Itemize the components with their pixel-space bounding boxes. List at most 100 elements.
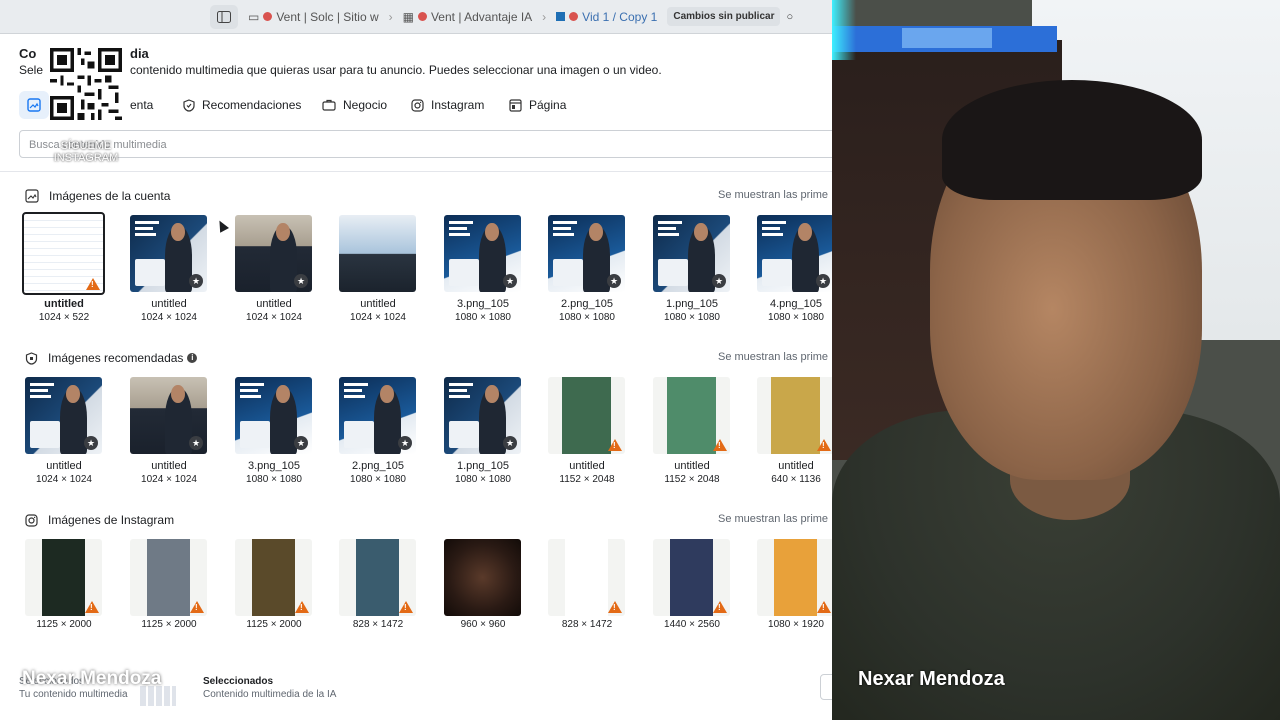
media-name: 3.png_105	[248, 460, 300, 472]
section-account-header: Imágenes de la cuenta	[25, 189, 170, 203]
search-input[interactable]: Busca contenido multimedia	[19, 130, 832, 158]
media-dimensions: 828 × 1472	[352, 619, 404, 630]
source-tabs	[19, 91, 49, 119]
tab-account[interactable]	[19, 91, 49, 119]
media-thumbnail[interactable]	[444, 539, 521, 616]
star-icon: ★	[607, 274, 621, 288]
star-icon: ★	[294, 274, 308, 288]
thumbnail-headline	[657, 221, 689, 237]
webcam-name-label: Nexar Mendoza	[858, 668, 1005, 690]
presenter-name-overlay: Nexar Mendoza	[22, 668, 162, 689]
media-thumbnail[interactable]: ★	[444, 215, 521, 292]
warning-icon	[817, 439, 831, 451]
media-thumbnail[interactable]	[25, 539, 102, 616]
media-name: untitled	[674, 460, 710, 472]
media-thumbnail[interactable]	[653, 377, 730, 454]
browser-tab-label: Vent | Solc | Sitio w	[276, 9, 379, 24]
media-thumbnail[interactable]	[757, 539, 832, 616]
star-icon: ★	[503, 436, 517, 450]
sidebar-toggle-button[interactable]	[210, 4, 238, 29]
media-thumbnail[interactable]: ★	[25, 377, 102, 454]
thumbnail-face	[275, 222, 290, 242]
qr-code-icon	[50, 48, 122, 120]
warning-icon	[295, 601, 309, 613]
instagram-icon	[411, 98, 424, 112]
media-thumbnail[interactable]: ★	[130, 377, 207, 454]
star-icon: ★	[189, 436, 203, 450]
folder-icon: ▭	[248, 9, 260, 24]
thumbnail-card	[448, 258, 480, 286]
thumbnail-headline	[239, 383, 271, 399]
section-title: Imágenes recomendadas	[48, 351, 184, 365]
media-thumbnail[interactable]	[22, 212, 105, 295]
media-thumbnail[interactable]: ★	[653, 215, 730, 292]
media-name: untitled	[778, 460, 814, 472]
browser-tab-3[interactable]: Vid 1 / Copy 1	[552, 10, 661, 24]
sidebar-icon	[217, 10, 231, 23]
circle-icon: ○	[786, 10, 794, 23]
media-dimensions: 1024 × 1024	[246, 312, 302, 323]
media-thumbnail[interactable]	[653, 539, 730, 616]
media-thumbnail[interactable]: ★	[548, 215, 625, 292]
warning-icon	[713, 601, 727, 613]
section-account-note: Se muestran las prime	[718, 189, 829, 201]
media-thumbnail[interactable]	[548, 539, 625, 616]
divider	[0, 171, 832, 172]
browser-tab-2[interactable]: ▦ Vent | Advantaje IA	[399, 10, 537, 24]
status-badge: Cambios sin publicar	[667, 7, 781, 26]
tab-recommendations[interactable]: Recomendaciones	[183, 98, 301, 112]
media-dimensions: 828 × 1472	[561, 619, 613, 630]
media-thumbnail[interactable]: ★	[757, 215, 832, 292]
media-dimensions: 1080 × 1080	[246, 474, 302, 485]
media-thumbnail[interactable]: ★	[130, 215, 207, 292]
thumbnail-headline	[448, 221, 480, 237]
page-icon	[509, 98, 522, 112]
media-dimensions: 1152 × 2048	[664, 474, 720, 485]
media-thumbnail[interactable]: ★	[235, 377, 312, 454]
webcam-feed: Nexar Mendoza	[832, 0, 1280, 720]
thumbnail-card	[343, 420, 375, 448]
media-dimensions: 1125 × 2000	[246, 619, 302, 630]
media-thumbnail[interactable]: ★	[444, 377, 521, 454]
thumbnail-headline	[448, 383, 480, 399]
thumbnail-face	[379, 384, 394, 404]
media-thumbnail[interactable]: ★	[339, 377, 416, 454]
tab-business[interactable]: Negocio	[322, 98, 387, 112]
thumbnail-card	[657, 258, 689, 286]
media-thumbnail[interactable]	[339, 539, 416, 616]
browser-tab-1[interactable]: ▭ Vent | Solc | Sitio w	[244, 10, 383, 24]
media-thumbnail[interactable]: ★	[235, 215, 312, 292]
star-icon: ★	[816, 274, 830, 288]
dialog-subtitle-end: contenido multimedia que quieras usar pa…	[130, 63, 662, 77]
dialog-title-start: Co	[19, 46, 37, 61]
tab-instagram[interactable]: Instagram	[411, 98, 484, 112]
tab-page[interactable]: Página	[509, 98, 566, 112]
star-icon: ★	[712, 274, 726, 288]
info-icon[interactable]: i	[187, 353, 198, 363]
qr-label: SÍGUEME INSTAGRAM	[53, 140, 119, 164]
media-thumbnail[interactable]	[235, 539, 312, 616]
section-instagram-header: Imágenes de Instagram	[25, 513, 174, 527]
media-thumbnail[interactable]	[339, 215, 416, 292]
media-dimensions: 1440 × 2560	[664, 619, 720, 630]
star-icon: ★	[503, 274, 517, 288]
media-name: untitled	[151, 298, 187, 310]
media-dimensions: 1152 × 2048	[559, 474, 615, 485]
media-thumbnail[interactable]	[130, 539, 207, 616]
warning-icon	[190, 601, 204, 613]
footer-action-button[interactable]	[820, 674, 832, 700]
footer-ai-subtitle: Contenido multimedia de la IA	[203, 689, 337, 700]
media-name: untitled	[44, 298, 84, 310]
media-dimensions: 1125 × 2000	[141, 619, 197, 630]
grid-icon: ▦	[402, 9, 414, 24]
warning-icon	[608, 439, 622, 451]
briefcase-icon	[322, 99, 336, 111]
media-name: 2.png_105	[352, 460, 404, 472]
media-dimensions: 1024 × 1024	[141, 474, 197, 485]
media-thumbnail[interactable]	[757, 377, 832, 454]
webcam-light	[832, 0, 856, 60]
webcam-blue-object-highlight	[902, 28, 992, 48]
image-icon	[27, 98, 41, 112]
thumbnail-face	[170, 222, 185, 242]
media-thumbnail[interactable]	[548, 377, 625, 454]
